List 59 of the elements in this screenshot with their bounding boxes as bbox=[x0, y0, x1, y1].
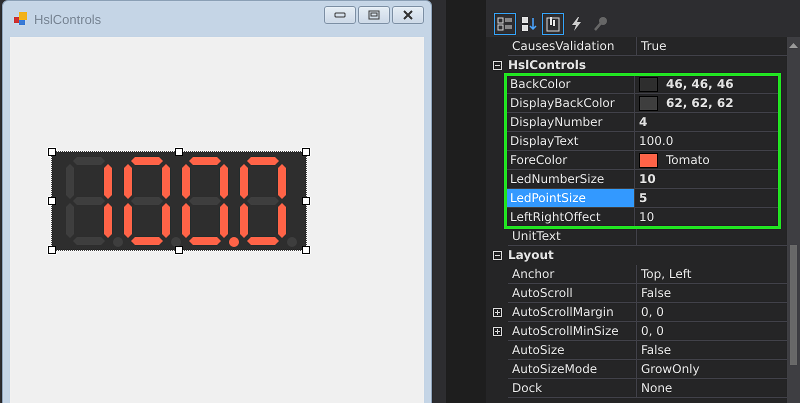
property-value[interactable]: GrowOnly bbox=[641, 362, 700, 376]
property-name[interactable]: Dock bbox=[508, 379, 637, 398]
led-display[interactable] bbox=[52, 152, 306, 250]
property-value[interactable]: 62, 62, 62 bbox=[666, 96, 734, 110]
property-value[interactable]: False bbox=[641, 286, 672, 300]
property-name[interactable]: ForeColor bbox=[506, 151, 635, 170]
scrollbar[interactable] bbox=[787, 37, 800, 403]
resize-handle[interactable] bbox=[48, 148, 56, 156]
property-value[interactable]: False bbox=[641, 343, 672, 357]
property-name[interactable]: BackColor bbox=[506, 75, 635, 94]
property-value[interactable]: 4 bbox=[639, 115, 648, 129]
property-name[interactable]: LeftRightOffect bbox=[506, 208, 635, 227]
maximize-button[interactable] bbox=[358, 6, 390, 24]
property-value[interactable]: 46, 46, 46 bbox=[666, 77, 734, 91]
categorized-icon[interactable] bbox=[494, 12, 516, 34]
property-value[interactable]: 5 bbox=[639, 191, 648, 205]
property-value[interactable]: Top, Left bbox=[641, 267, 692, 281]
property-name[interactable]: CausesValidation bbox=[508, 37, 637, 56]
property-name[interactable]: UnitText bbox=[508, 227, 637, 246]
property-value[interactable]: 10 bbox=[639, 210, 654, 224]
property-name[interactable]: DisplayText bbox=[506, 132, 635, 151]
resize-handle[interactable] bbox=[302, 246, 310, 254]
window-title: HslControls bbox=[34, 12, 102, 26]
property-name[interactable]: AutoScroll bbox=[508, 284, 637, 303]
resize-handle[interactable] bbox=[48, 197, 56, 205]
minimize-icon bbox=[333, 11, 347, 19]
collapse-icon[interactable] bbox=[492, 61, 502, 70]
category-header[interactable]: Layout bbox=[508, 246, 554, 265]
property-value[interactable]: 10 bbox=[639, 172, 656, 186]
collapse-icon[interactable] bbox=[492, 251, 502, 260]
minimize-button[interactable] bbox=[324, 6, 356, 24]
resize-handle[interactable] bbox=[175, 148, 183, 156]
property-value[interactable]: 0, 0 bbox=[641, 324, 664, 338]
category-header[interactable]: HslControls bbox=[508, 56, 586, 75]
resize-handle[interactable] bbox=[302, 148, 310, 156]
property-name[interactable]: AutoScrollMinSize bbox=[508, 322, 637, 341]
property-name[interactable]: AutoSizeMode bbox=[508, 360, 637, 379]
resize-handle[interactable] bbox=[48, 246, 56, 254]
app-icon bbox=[14, 12, 28, 26]
property-value[interactable]: 100.0 bbox=[639, 134, 674, 148]
property-name[interactable]: AutoSize bbox=[508, 341, 637, 360]
property-value[interactable]: Tomato bbox=[666, 153, 710, 167]
scroll-thumb[interactable] bbox=[790, 245, 797, 365]
expand-icon[interactable] bbox=[492, 308, 502, 317]
close-icon bbox=[401, 10, 415, 20]
property-name[interactable]: AutoScrollMargin bbox=[508, 303, 637, 322]
scroll-up-icon[interactable] bbox=[789, 43, 798, 48]
resize-handle[interactable] bbox=[175, 246, 183, 254]
property-name[interactable]: DisplayNumber bbox=[506, 113, 635, 132]
close-button[interactable] bbox=[392, 6, 424, 24]
expand-icon[interactable] bbox=[492, 327, 502, 336]
properties-icon[interactable] bbox=[542, 12, 564, 34]
resize-handle[interactable] bbox=[302, 197, 310, 205]
property-name[interactable]: DisplayBackColor bbox=[506, 94, 635, 113]
property-name[interactable]: Anchor bbox=[508, 265, 637, 284]
property-value[interactable]: True bbox=[641, 39, 666, 53]
maximize-icon bbox=[367, 10, 381, 20]
property-value[interactable]: 0, 0 bbox=[641, 305, 664, 319]
property-value[interactable]: None bbox=[641, 381, 672, 395]
